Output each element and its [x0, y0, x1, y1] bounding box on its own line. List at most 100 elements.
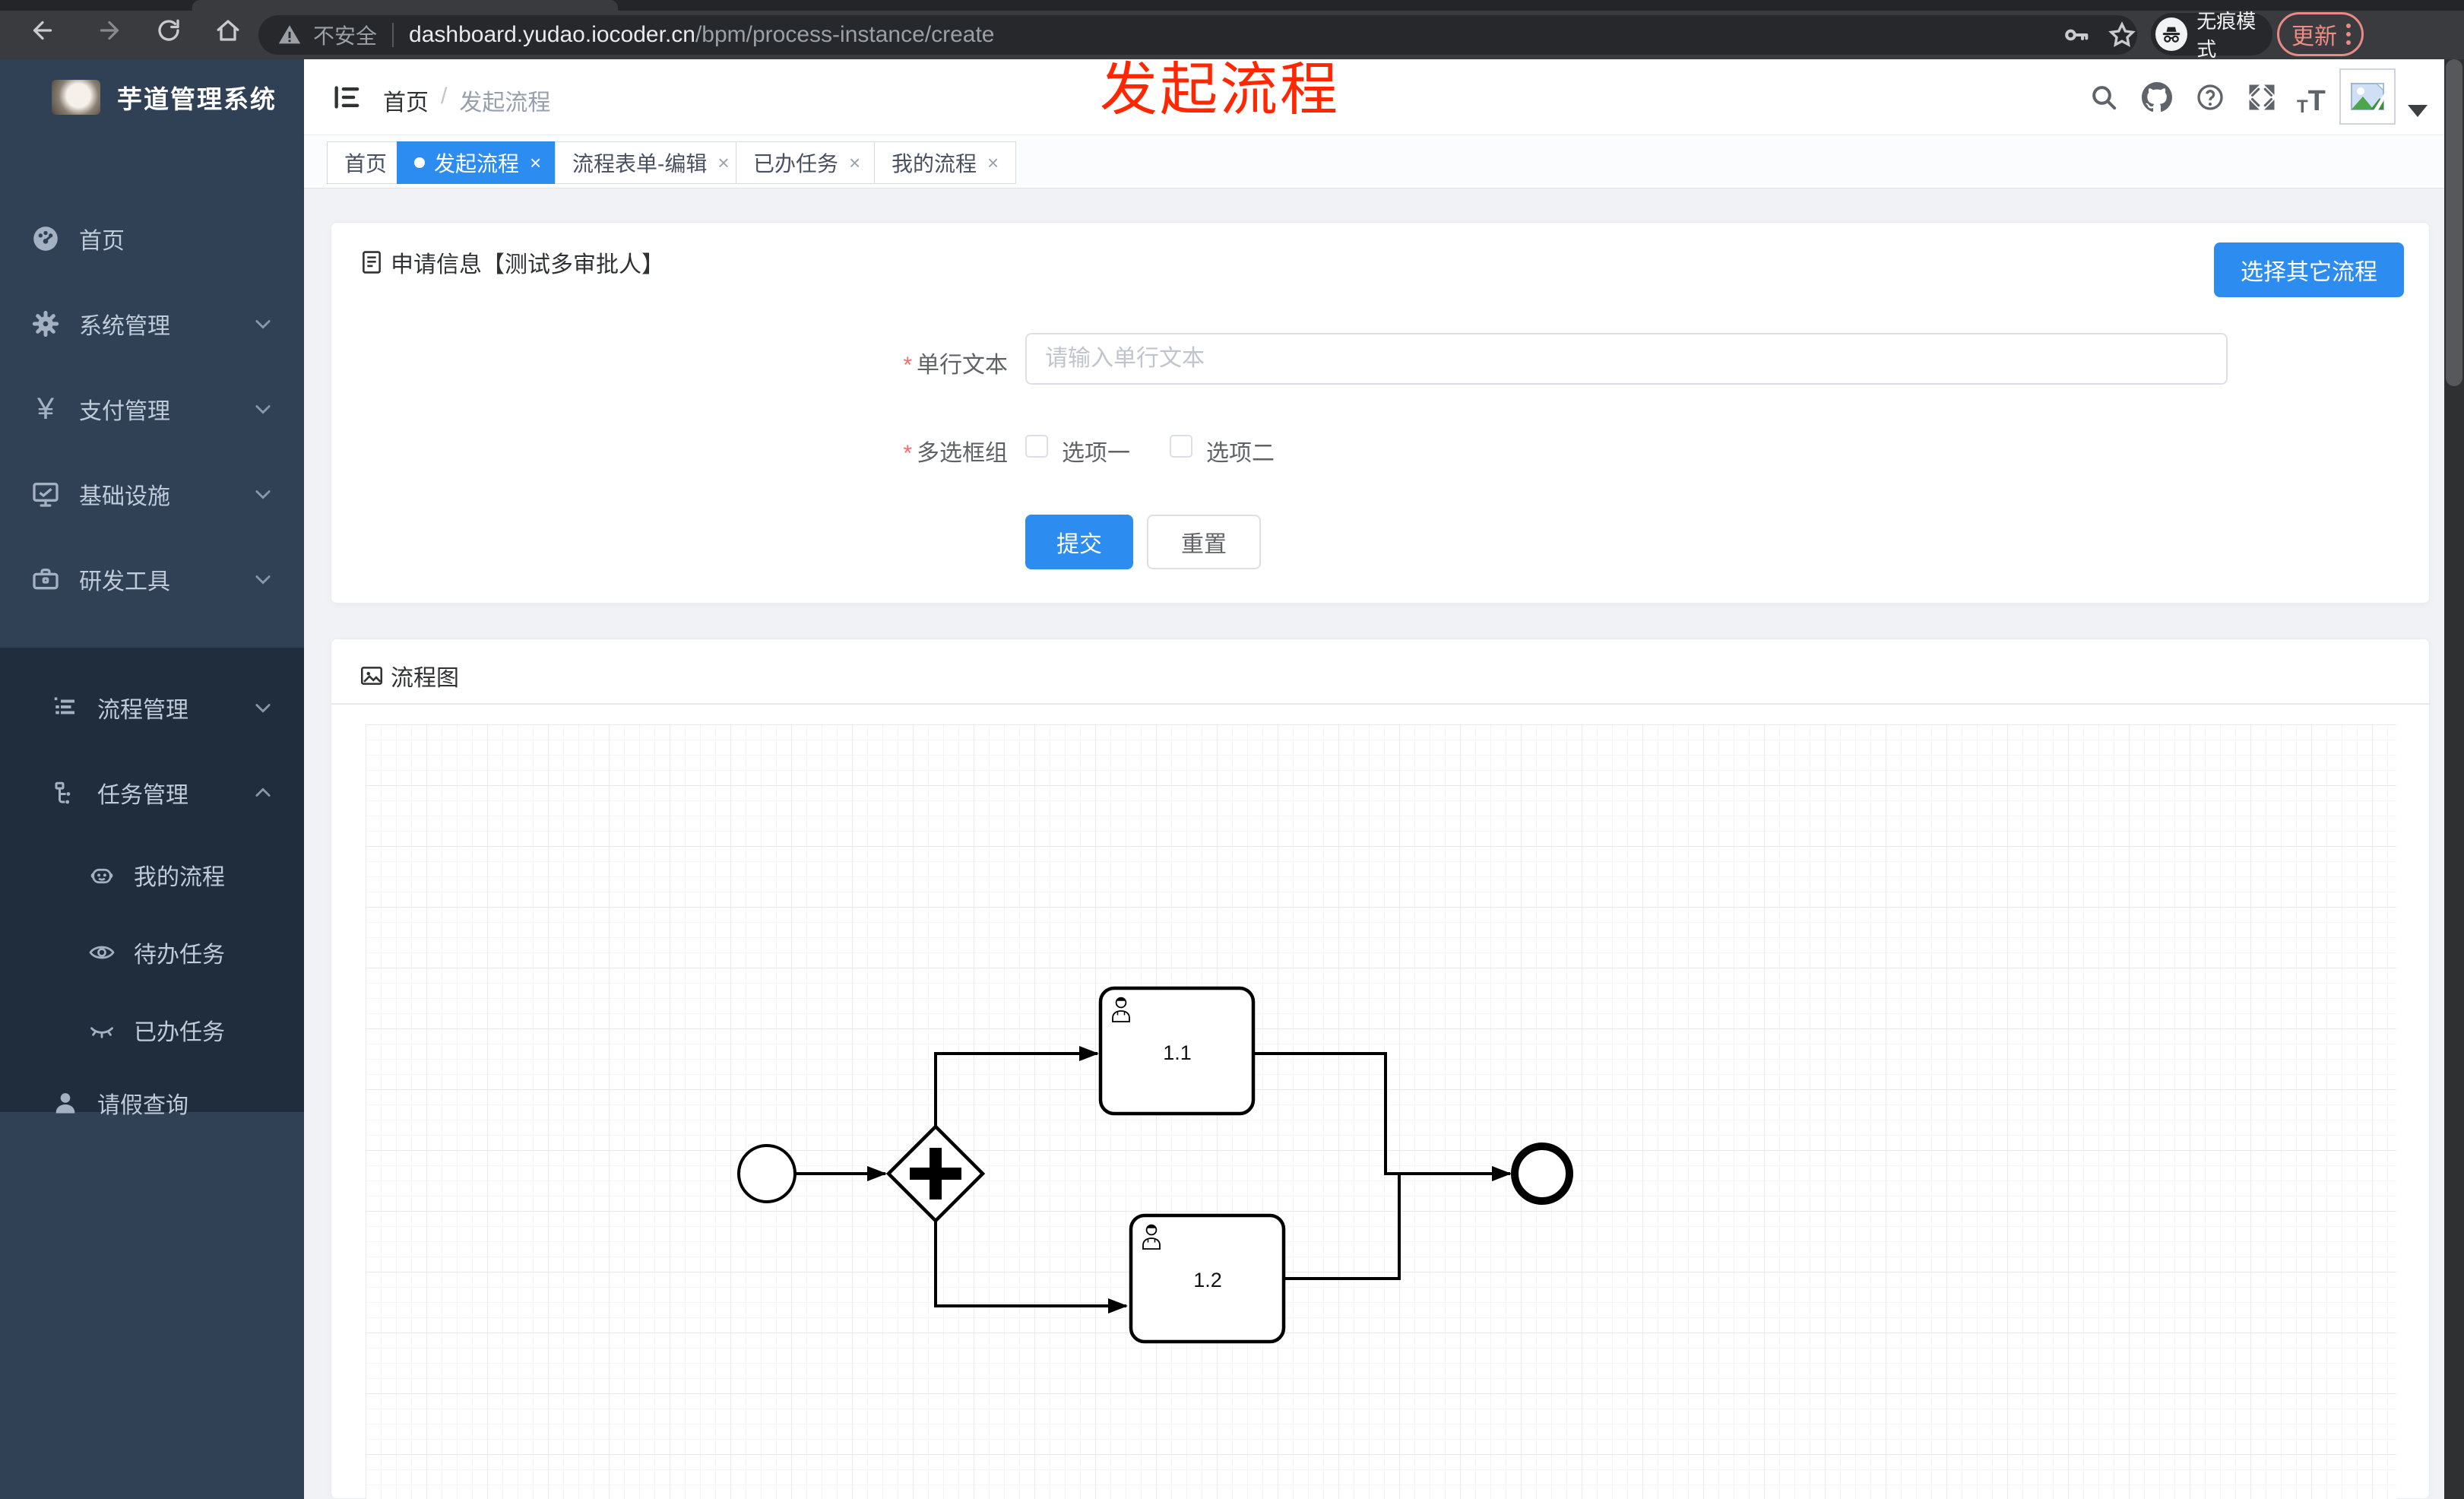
breadcrumb-separator: / — [441, 84, 448, 109]
avatar[interactable] — [2339, 68, 2396, 125]
sidebar-item-process-mgmt[interactable]: 流程管理 — [0, 669, 304, 746]
sidebar-logo-row[interactable]: 芋道管理系统 — [0, 59, 304, 135]
main-content: 申请信息【测试多审批人】 选择其它流程 *单行文本 *多选框组 选项一 选项二 … — [304, 189, 2464, 1499]
tab-label: 已办任务 — [753, 152, 839, 176]
bpmn-diagram: 1.1 1.2 — [737, 986, 1573, 1344]
home-icon[interactable] — [214, 17, 242, 44]
sidebar-item-leave-query[interactable]: 请假查询 — [0, 1064, 304, 1142]
sidebar-item-home[interactable]: 首页 — [0, 196, 304, 281]
task-label: 1.2 — [1193, 1269, 1222, 1291]
avatar-caret-icon[interactable] — [2408, 105, 2428, 117]
toolbox-icon — [30, 564, 61, 594]
chevron-up-icon — [252, 782, 274, 803]
close-icon[interactable]: × — [987, 151, 999, 175]
sequence-flow — [1283, 1175, 1401, 1280]
search-icon[interactable] — [2089, 82, 2119, 113]
sidebar-item-label: 流程管理 — [97, 698, 188, 723]
kebab-menu-icon[interactable] — [2346, 24, 2351, 45]
annotation-title: 发起流程 — [1100, 58, 1340, 122]
sidebar-item-label: 支付管理 — [79, 399, 170, 424]
browser-active-tab[interactable] — [192, 0, 618, 11]
start-event[interactable] — [737, 1144, 797, 1203]
page-scrollbar[interactable] — [2444, 59, 2464, 1499]
tab-start-process[interactable]: 发起流程 × — [397, 141, 559, 184]
sidebar-item-payment[interactable]: ¥ 支付管理 — [0, 366, 304, 452]
checkbox-option-1[interactable] — [1025, 435, 1048, 458]
monitor-icon — [30, 479, 61, 509]
incognito-icon — [2155, 17, 2188, 51]
breadcrumb-current: 发起流程 — [459, 90, 551, 116]
sidebar-item-system[interactable]: 系统管理 — [0, 281, 304, 366]
process-diagram-card: 流程图 1.1 1.2 — [331, 639, 2431, 1499]
help-icon[interactable] — [2195, 82, 2225, 113]
bpmn-canvas[interactable]: 1.1 1.2 — [366, 724, 2396, 1499]
checkbox-option-1-label[interactable]: 选项一 — [1062, 434, 1130, 467]
browser-tabstrip — [0, 0, 2464, 11]
incognito-badge: 无痕模式 — [2151, 10, 2272, 61]
fullscreen-icon[interactable] — [2247, 82, 2277, 113]
chevron-down-icon — [252, 313, 274, 334]
sidebar-item-label: 待办任务 — [134, 943, 225, 968]
update-button[interactable]: 更新 — [2277, 12, 2364, 56]
workflow-submenu: 流程管理 任务管理 我的流程 待办任务 已办任务 请假查询 — [0, 648, 304, 1118]
end-event[interactable] — [1511, 1142, 1573, 1205]
diagram-card-title: 流程图 — [359, 659, 459, 692]
not-secure-warning-icon — [278, 25, 301, 44]
sidebar-item-done-tasks[interactable]: 已办任务 — [0, 991, 304, 1069]
yen-icon: ¥ — [36, 392, 55, 426]
single-line-text-input[interactable] — [1025, 333, 2228, 385]
tab-label: 首页 — [344, 152, 388, 176]
user-icon — [52, 1089, 79, 1117]
sidebar-item-my-process[interactable]: 我的流程 — [0, 836, 304, 914]
url-host: dashboard.yudao.iocoder.cn — [409, 22, 695, 47]
forward-icon[interactable] — [96, 17, 123, 44]
document-icon — [359, 249, 385, 275]
eye-closed-icon — [88, 1016, 116, 1044]
gear-icon — [30, 309, 61, 339]
sidebar-item-task-mgmt[interactable]: 任务管理 — [0, 754, 304, 832]
app-header: 首页 / 发起流程 — [304, 59, 2464, 135]
tab-form-edit[interactable]: 流程表单-编辑 × — [555, 141, 747, 184]
tree-icon — [52, 779, 79, 807]
chevron-down-icon — [252, 483, 274, 505]
tab-my-process[interactable]: 我的流程 × — [874, 141, 1017, 184]
apply-card-title-text: 申请信息【测试多审批人】 — [391, 252, 664, 277]
reload-icon[interactable] — [155, 17, 182, 44]
sidebar-item-label: 请假查询 — [97, 1093, 188, 1118]
app-logo — [52, 80, 100, 115]
sidebar-item-label: 系统管理 — [79, 314, 170, 339]
broken-image-icon — [2351, 83, 2384, 110]
checkbox-option-2-label[interactable]: 选项二 — [1206, 434, 1275, 467]
hamburger-icon[interactable] — [331, 82, 362, 113]
submit-button[interactable]: 提交 — [1025, 515, 1133, 569]
url-path: /bpm/process-instance/create — [695, 22, 995, 47]
choose-other-process-button[interactable]: 选择其它流程 — [2214, 242, 2404, 297]
sidebar-item-label: 任务管理 — [97, 783, 188, 808]
close-icon[interactable]: × — [530, 151, 541, 175]
tab-home[interactable]: 首页 — [327, 141, 405, 184]
dashboard-icon — [30, 223, 61, 254]
checkbox-option-2[interactable] — [1170, 435, 1192, 458]
scrollbar-thumb[interactable] — [2446, 59, 2462, 386]
font-size-icon[interactable] — [2297, 85, 2342, 116]
tags-bar: 首页 发起流程 × 流程表单-编辑 × 已办任务 × 我的流程 × — [304, 135, 2464, 189]
url-divider — [392, 23, 394, 47]
reset-button[interactable]: 重置 — [1147, 515, 1261, 569]
sidebar-item-devtools[interactable]: 研发工具 — [0, 537, 304, 622]
close-icon[interactable]: × — [717, 151, 729, 175]
github-icon[interactable] — [2142, 82, 2172, 113]
tab-label: 发起流程 — [434, 152, 520, 176]
apply-card-title: 申请信息【测试多审批人】 — [359, 246, 664, 279]
sequence-flow — [1253, 1052, 1512, 1181]
breadcrumb-home[interactable]: 首页 — [383, 84, 429, 117]
tab-done-tasks[interactable]: 已办任务 × — [736, 141, 879, 184]
bookmark-star-icon[interactable] — [2107, 20, 2137, 50]
tab-label: 流程表单-编辑 — [572, 152, 708, 176]
sidebar-item-todo-tasks[interactable]: 待办任务 — [0, 914, 304, 991]
chevron-down-icon — [252, 569, 274, 590]
sidebar-item-infrastructure[interactable]: 基础设施 — [0, 452, 304, 537]
back-icon[interactable] — [29, 17, 56, 44]
update-label: 更新 — [2291, 24, 2337, 49]
close-icon[interactable]: × — [849, 151, 860, 175]
key-icon[interactable] — [2061, 20, 2092, 50]
